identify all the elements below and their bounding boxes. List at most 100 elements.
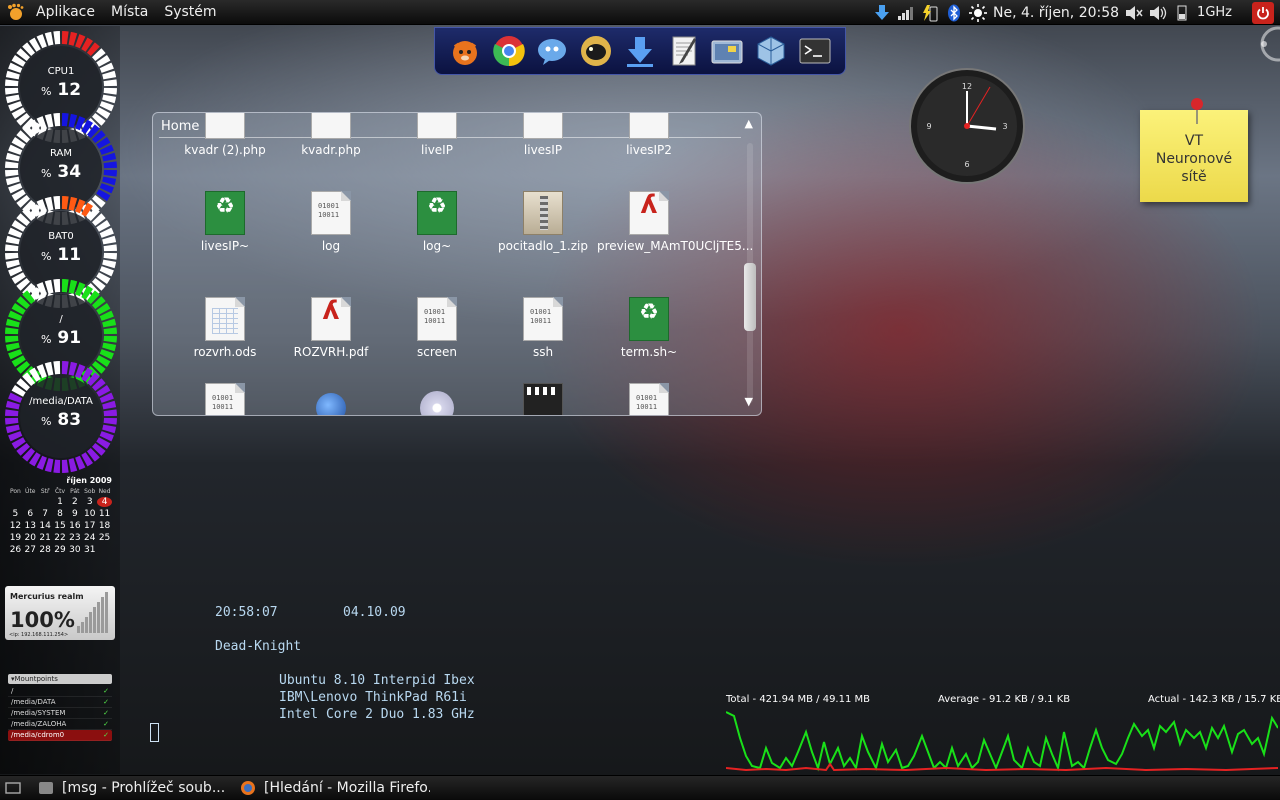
power-button[interactable] (1252, 1, 1274, 24)
calendar-day[interactable]: 19 (8, 533, 23, 543)
calendar-day[interactable]: 20 (23, 533, 38, 543)
calendar-day[interactable]: 5 (8, 509, 23, 519)
calendar-day[interactable]: 18 (97, 521, 112, 531)
file-item[interactable]: 01001 10011 screen (385, 297, 489, 359)
file-item[interactable]: 01001 10011 (597, 383, 701, 415)
recycle-file-icon: ♻ (417, 191, 457, 235)
show-desktop-button[interactable] (0, 776, 26, 800)
screenshot-icon[interactable] (709, 33, 745, 69)
signal-strength-icon[interactable] (897, 4, 915, 22)
file-item[interactable]: ♻ term.sh~ (597, 297, 701, 359)
calendar-day[interactable]: 7 (38, 509, 53, 519)
file-item[interactable]: ♻ livesIP~ (173, 191, 277, 253)
conky-cpu: Intel Core 2 Duo 1.83 GHz (279, 707, 475, 722)
calendar-day[interactable]: 28 (38, 545, 53, 555)
calendar-day[interactable]: 31 (82, 545, 97, 555)
bluetooth-icon[interactable] (945, 4, 963, 22)
calendar-day[interactable]: 29 (53, 545, 68, 555)
file-item[interactable]: 01001 10011 log (279, 191, 383, 253)
sticky-note[interactable]: VT Neuronové sítě (1140, 98, 1248, 202)
calendar-day[interactable]: 15 (53, 521, 68, 531)
mountpoint-row[interactable]: /media/cdrom0 ✓ (8, 730, 112, 741)
file-item[interactable]: pocitadlo_1.zip (491, 191, 595, 253)
power-icon (1257, 6, 1269, 19)
file-item[interactable]: 01001 10011 ssh (491, 297, 595, 359)
weather-sun-icon[interactable] (968, 3, 987, 22)
folder-view-widget: Home ▲ ▼ kvadr (2).php kvadr.php liveIP liv… (152, 112, 762, 416)
task-firefox[interactable]: [Hledání - Mozilla Firefo... (234, 777, 430, 799)
calendar-day[interactable]: 2 (67, 497, 82, 507)
mountpoint-path: /media/cdrom0 (11, 731, 65, 739)
panel-clock[interactable]: Ne, 4. říjen, 20:58 (993, 5, 1119, 21)
file-item[interactable]: ʎ preview_MAmT0UCljTE5... (597, 191, 753, 253)
calendar-day[interactable]: 3 (82, 497, 97, 507)
calendar-day[interactable]: 6 (23, 509, 38, 519)
file-browser-icon (39, 782, 53, 794)
file-item[interactable]: liveIP (385, 113, 489, 157)
scroll-up-icon[interactable]: ▲ (745, 117, 753, 130)
file-item[interactable] (385, 383, 489, 415)
calendar-day[interactable]: 14 (38, 521, 53, 531)
calendar-day[interactable]: 27 (23, 545, 38, 555)
calendar-day[interactable]: 12 (8, 521, 23, 531)
volume-muted-icon[interactable] (1125, 4, 1143, 22)
gnome-foot-icon[interactable] (6, 3, 24, 21)
file-item[interactable]: kvadr.php (279, 113, 383, 157)
calendar-day[interactable]: 17 (82, 521, 97, 531)
cpu-frequency[interactable]: 1GHz (1197, 5, 1232, 20)
file-item[interactable] (491, 383, 595, 415)
chrome-icon[interactable] (491, 33, 527, 69)
calendar-day[interactable]: 22 (53, 533, 68, 543)
calendar-day[interactable]: 26 (8, 545, 23, 555)
mountpoint-row[interactable]: / ✓ (8, 686, 112, 697)
calendar-day[interactable]: 30 (67, 545, 82, 555)
calendar-day[interactable]: 11 (97, 509, 112, 519)
calendar-day[interactable]: 16 (67, 521, 82, 531)
calendar-day[interactable]: 25 (97, 533, 112, 543)
terminal-icon[interactable] (797, 33, 833, 69)
calendar-today[interactable]: 4 (97, 497, 112, 507)
ubuntu-corner-icon (1260, 26, 1280, 62)
virtualbox-icon[interactable] (753, 33, 789, 69)
download-icon[interactable] (622, 33, 658, 69)
menu-applications[interactable]: Aplikace (28, 0, 103, 25)
file-item[interactable]: rozvrh.ods (173, 297, 277, 359)
mountpoints-title[interactable]: ▾Mountpoints (8, 674, 112, 684)
calendar-day[interactable]: 10 (82, 509, 97, 519)
firefox-icon[interactable] (447, 33, 483, 69)
file-item[interactable]: kvadr (2).php (173, 113, 277, 157)
file-item[interactable]: 01001 10011 (173, 383, 277, 415)
file-item[interactable]: livesIP (491, 113, 595, 157)
calendar-day[interactable]: 21 (38, 533, 53, 543)
menu-system[interactable]: Systém (156, 0, 224, 25)
task-file-browser[interactable]: [msg - Prohlížeč soub... (32, 777, 228, 799)
battery-charging-icon[interactable] (921, 4, 939, 22)
text-editor-icon[interactable] (666, 33, 702, 69)
mountpoint-row[interactable]: /media/DATA ✓ (8, 697, 112, 708)
mountpoint-row[interactable]: /media/SYSTEM ✓ (8, 708, 112, 719)
folder-scrollbar[interactable] (744, 143, 756, 403)
gauge-segment (53, 196, 61, 210)
file-item[interactable]: ♻ log~ (385, 191, 489, 253)
pidgin-icon[interactable] (534, 33, 570, 69)
file-item[interactable]: livesIP2 (597, 113, 701, 157)
cpu-frequency-icon[interactable] (1173, 4, 1191, 22)
thunderbird-icon[interactable] (578, 33, 614, 69)
download-arrow-icon[interactable] (873, 4, 891, 22)
gauge-number: 34 (57, 162, 82, 182)
volume-icon[interactable] (1149, 4, 1167, 22)
calendar-weekday: Pon (9, 488, 21, 495)
calendar-day[interactable]: 13 (23, 521, 38, 531)
recycle-file-icon: ♻ (629, 297, 669, 341)
scrollbar-thumb[interactable] (744, 263, 756, 331)
calendar-day[interactable]: 24 (82, 533, 97, 543)
calendar-day[interactable]: 1 (53, 497, 68, 507)
file-name: rozvrh.ods (193, 345, 257, 359)
calendar-day[interactable]: 9 (67, 509, 82, 519)
menu-places[interactable]: Místa (103, 0, 156, 25)
mountpoint-row[interactable]: /media/ZALOHA ✓ (8, 719, 112, 730)
file-item[interactable] (279, 383, 383, 415)
calendar-day[interactable]: 8 (53, 509, 68, 519)
file-item[interactable]: ʎ ROZVRH.pdf (279, 297, 383, 359)
calendar-day[interactable]: 23 (67, 533, 82, 543)
